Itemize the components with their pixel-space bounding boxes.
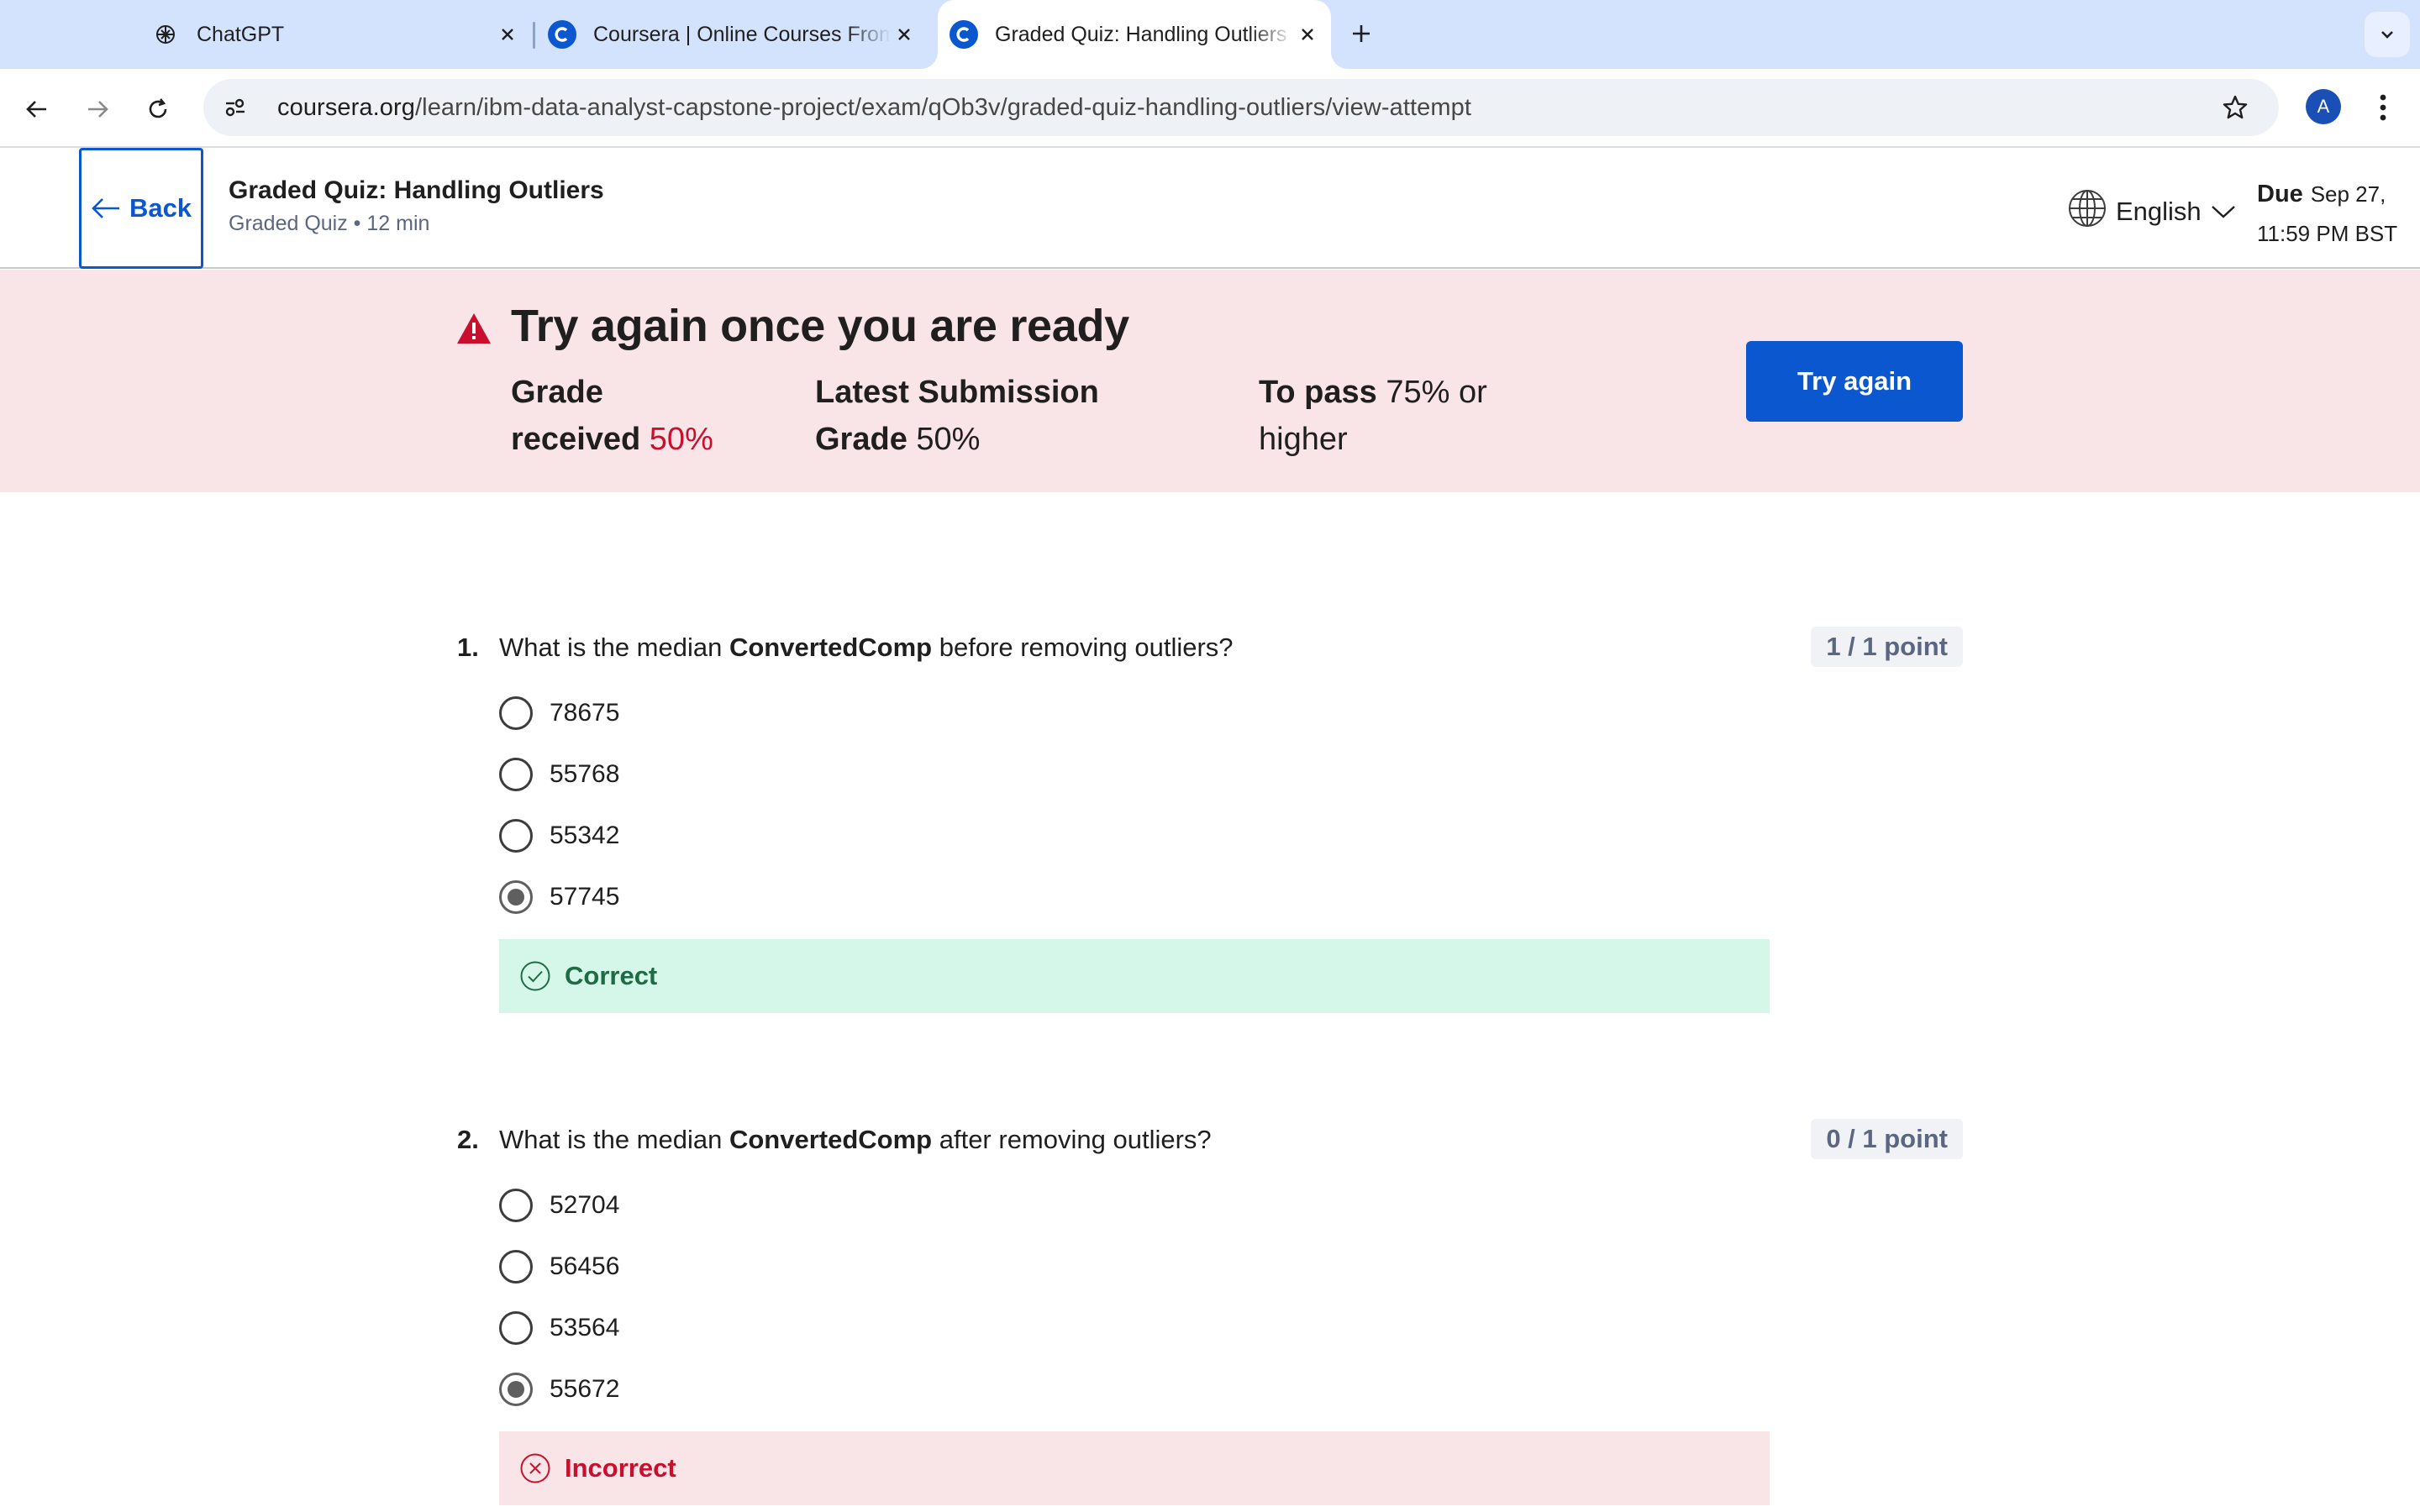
page-subtitle: Graded Quiz • 12 min xyxy=(229,212,430,235)
address-bar[interactable]: coursera.org/learn/ibm-data-analyst-caps… xyxy=(203,79,2279,136)
globe-icon xyxy=(2067,188,2107,235)
feedback-label: Incorrect xyxy=(565,1453,676,1483)
browser-tab-chatgpt[interactable]: ChatGPT xyxy=(151,0,521,69)
answer-option[interactable]: 55768 xyxy=(499,743,1963,805)
radio-button[interactable] xyxy=(499,696,533,730)
question-text: What is the median ConvertedComp before … xyxy=(499,633,1234,662)
due-date: Due Sep 27, 11:59 PM BST xyxy=(2257,176,2408,251)
points-badge: 0 / 1 point xyxy=(1811,1119,1963,1159)
x-circle-icon xyxy=(519,1452,551,1484)
latest-submission-grade: Latest Submission Grade 50% xyxy=(815,375,1099,457)
chatgpt-icon xyxy=(151,20,180,49)
question-1: 1. What is the median ConvertedComp befo… xyxy=(457,627,1963,1013)
browser-tab-graded-quiz[interactable]: Graded Quiz: Handling Outliers xyxy=(938,0,1331,69)
answer-option[interactable]: 52704 xyxy=(499,1174,1963,1236)
answer-option[interactable]: 78675 xyxy=(499,682,1963,743)
coursera-icon xyxy=(548,20,576,49)
radio-button[interactable] xyxy=(499,757,533,791)
radio-button-selected[interactable] xyxy=(499,1372,533,1406)
browser-tab-strip: ChatGPT Coursera | Online Courses From T… xyxy=(0,0,2420,69)
question-2: 2. What is the median ConvertedComp afte… xyxy=(457,1119,1963,1505)
due-label: Due xyxy=(2257,181,2303,207)
warning-icon xyxy=(455,312,492,349)
radio-button[interactable] xyxy=(499,1310,533,1345)
option-label: 55672 xyxy=(550,1374,620,1403)
back-arrow-icon[interactable] xyxy=(17,89,57,129)
latest-submission-value: 50% xyxy=(916,422,981,457)
forward-arrow-icon[interactable] xyxy=(77,89,118,129)
due-date-line1: Sep 27, xyxy=(2310,181,2386,207)
close-tab-icon[interactable] xyxy=(891,21,918,48)
points-badge: 1 / 1 point xyxy=(1811,627,1963,667)
browser-toolbar: coursera.org/learn/ibm-data-analyst-caps… xyxy=(0,69,2420,148)
browser-menu-icon[interactable] xyxy=(2366,87,2400,128)
browser-tab-coursera[interactable]: Coursera | Online Courses From Top Unive… xyxy=(548,0,918,69)
tab-title: ChatGPT xyxy=(197,22,285,46)
question-number: 2. xyxy=(457,1125,479,1154)
answer-option[interactable]: 55342 xyxy=(499,805,1963,866)
quiz-header: Back Graded Quiz: Handling Outliers Grad… xyxy=(0,148,2420,269)
chevron-down-icon xyxy=(2210,197,2237,227)
answer-options: 52704 56456 53564 55672 xyxy=(499,1174,1963,1420)
option-label: 78675 xyxy=(550,698,620,727)
feedback-label: Correct xyxy=(565,961,658,990)
feedback-incorrect: Incorrect xyxy=(499,1431,1770,1505)
tab-separator xyxy=(533,22,535,49)
language-selector[interactable]: English xyxy=(2067,188,2237,235)
language-label: English xyxy=(2116,197,2202,226)
option-label: 56456 xyxy=(550,1252,620,1280)
close-tab-icon[interactable] xyxy=(1294,21,1321,48)
arrow-left-icon xyxy=(92,198,119,218)
back-label: Back xyxy=(129,193,192,223)
option-label: 52704 xyxy=(550,1190,620,1219)
banner-title: Try again once you are ready xyxy=(511,301,1129,351)
option-label: 53564 xyxy=(550,1313,620,1341)
close-tab-icon[interactable] xyxy=(494,21,521,48)
grade-received: Grade received 50% xyxy=(511,375,713,457)
url-text: coursera.org/learn/ibm-data-analyst-caps… xyxy=(277,93,1472,121)
answer-option-selected[interactable]: 57745 xyxy=(499,866,1963,927)
grade-received-value: 50% xyxy=(649,422,713,457)
question-number: 1. xyxy=(457,633,479,662)
option-label: 55342 xyxy=(550,821,620,849)
radio-button[interactable] xyxy=(499,1249,533,1284)
check-circle-icon xyxy=(519,960,551,992)
due-date-line2: 11:59 PM BST xyxy=(2257,221,2398,246)
tab-title: Coursera | Online Courses From Top Unive… xyxy=(593,22,891,46)
back-button[interactable]: Back xyxy=(79,148,203,269)
coursera-icon xyxy=(950,20,978,49)
profile-avatar[interactable]: A xyxy=(2306,89,2341,124)
bookmark-star-icon[interactable] xyxy=(2215,87,2255,128)
result-banner: Try again once you are ready Grade recei… xyxy=(0,270,2420,492)
question-text: What is the median ConvertedComp after r… xyxy=(499,1125,1212,1154)
radio-button[interactable] xyxy=(499,1188,533,1222)
page-title: Graded Quiz: Handling Outliers xyxy=(229,176,604,204)
new-tab-plus-icon[interactable] xyxy=(1344,17,1378,50)
answer-option[interactable]: 56456 xyxy=(499,1236,1963,1297)
site-settings-icon[interactable] xyxy=(215,87,255,128)
option-label: 57745 xyxy=(550,882,620,911)
pass-threshold: To pass 75% or higher xyxy=(1259,375,1487,457)
option-label: 55768 xyxy=(550,759,620,788)
answer-option[interactable]: 53564 xyxy=(499,1297,1963,1358)
answer-option-selected[interactable]: 55672 xyxy=(499,1358,1963,1420)
radio-button-selected[interactable] xyxy=(499,879,533,914)
tab-title: Graded Quiz: Handling Outliers xyxy=(995,22,1287,46)
radio-button[interactable] xyxy=(499,818,533,853)
tab-search-chevron-down-icon[interactable] xyxy=(2365,12,2410,57)
try-again-button[interactable]: Try again xyxy=(1746,341,1963,422)
answer-options: 78675 55768 55342 57745 xyxy=(499,682,1963,927)
feedback-correct: Correct xyxy=(499,939,1770,1013)
reload-icon[interactable] xyxy=(138,89,178,129)
